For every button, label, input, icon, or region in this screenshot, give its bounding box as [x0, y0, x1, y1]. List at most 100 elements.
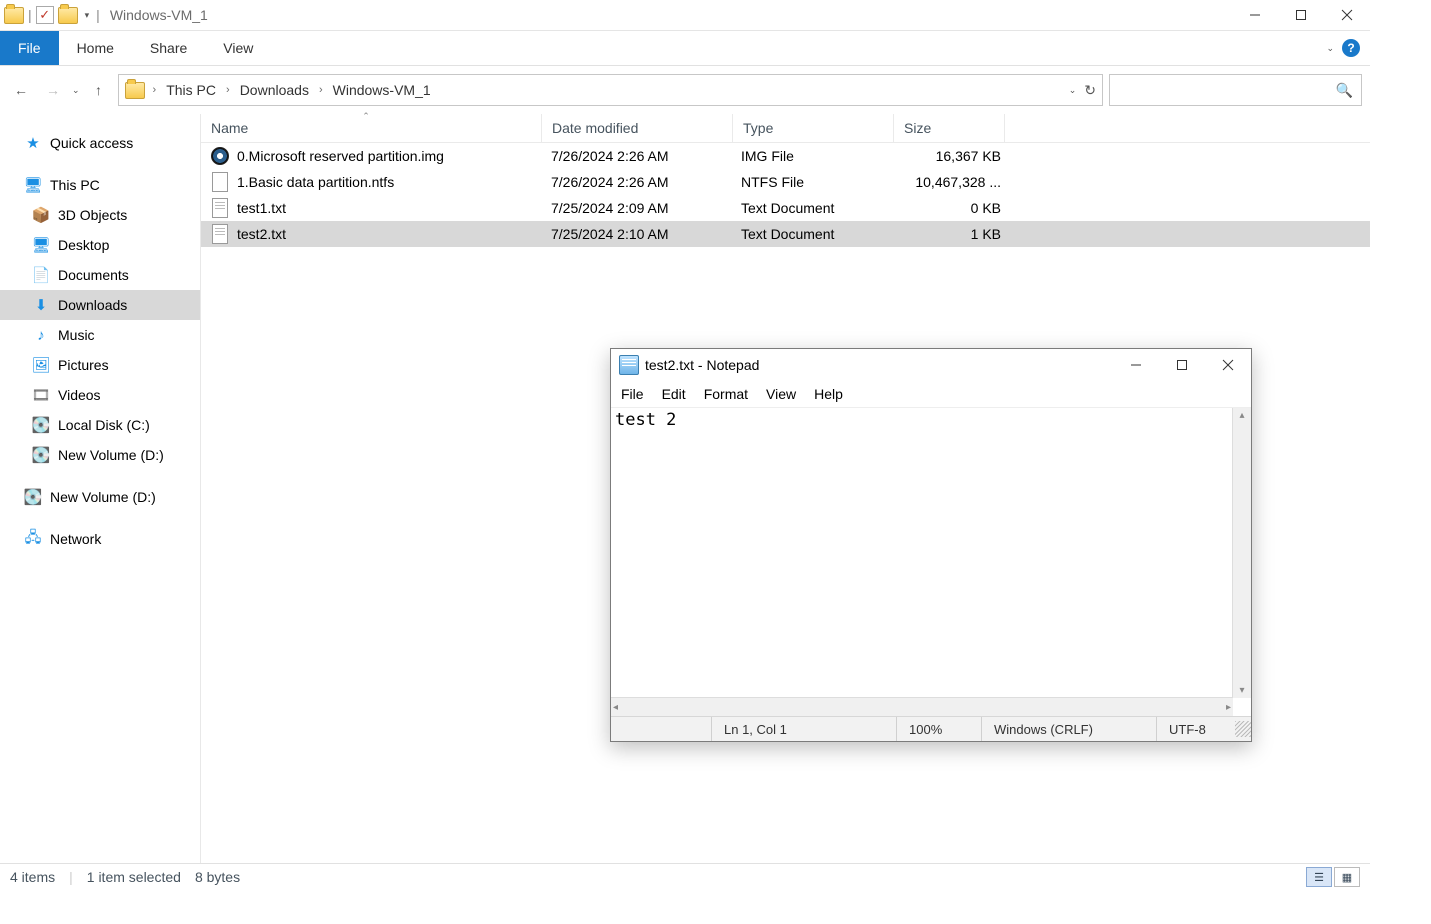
file-type: Text Document: [731, 226, 891, 242]
maximize-button[interactable]: [1159, 350, 1205, 380]
history-dropdown-icon[interactable]: ⌄: [72, 85, 80, 96]
file-row[interactable]: test2.txt7/25/2024 2:10 AMText Document1…: [201, 221, 1370, 247]
nav-videos[interactable]: 🎞Videos: [0, 380, 200, 410]
nav-music[interactable]: ♪Music: [0, 320, 200, 350]
file-date: 7/26/2024 2:26 AM: [541, 148, 731, 164]
nav-new-volume-d-root[interactable]: 💽New Volume (D:): [0, 482, 200, 512]
file-row[interactable]: 1.Basic data partition.ntfs 7/26/2024 2:2…: [201, 169, 1370, 195]
nav-desktop[interactable]: 🖥Desktop: [0, 230, 200, 260]
tab-file[interactable]: File: [0, 31, 59, 65]
network-icon: 🖧: [24, 530, 42, 548]
status-item-count: 4 items: [10, 869, 55, 885]
nav-local-disk-c[interactable]: 💽Local Disk (C:): [0, 410, 200, 440]
nav-documents[interactable]: 📄Documents: [0, 260, 200, 290]
column-type[interactable]: Type: [733, 114, 894, 142]
view-toggle: ☰ ▦: [1306, 867, 1360, 887]
file-type: Text Document: [731, 200, 891, 216]
nav-downloads[interactable]: ⬇ Downloads: [0, 290, 200, 320]
file-name: 0.Microsoft reserved partition.img: [237, 148, 444, 164]
menu-view[interactable]: View: [766, 386, 796, 402]
chevron-right-icon[interactable]: ›: [315, 84, 327, 96]
file-name: test1.txt: [237, 200, 286, 216]
search-input[interactable]: 🔍: [1109, 74, 1362, 106]
file-date: 7/25/2024 2:09 AM: [541, 200, 731, 216]
nav-label: Documents: [58, 267, 129, 283]
qat-dropdown-icon[interactable]: ▾: [82, 10, 93, 21]
chevron-right-icon[interactable]: ›: [222, 84, 234, 96]
scroll-left-icon[interactable]: ◂: [613, 702, 618, 713]
icons-view-button[interactable]: ▦: [1334, 867, 1360, 887]
status-zoom: 100%: [896, 717, 981, 741]
up-button[interactable]: ↑: [86, 77, 112, 103]
status-cursor-pos: Ln 1, Col 1: [711, 717, 896, 741]
text-file-icon: [211, 199, 229, 217]
scroll-down-icon[interactable]: ▾: [1239, 685, 1244, 696]
tab-home[interactable]: Home: [59, 31, 132, 65]
notepad-textarea[interactable]: test 2: [611, 408, 1233, 698]
ribbon-expand-icon[interactable]: ⌄: [1326, 43, 1334, 54]
maximize-button[interactable]: [1278, 0, 1324, 30]
file-type: IMG File: [731, 148, 891, 164]
minimize-button[interactable]: [1113, 350, 1159, 380]
help-icon[interactable]: ?: [1342, 39, 1360, 57]
nav-quick-access[interactable]: ★Quick access: [0, 128, 200, 158]
nav-3d-objects[interactable]: 📦 3D Objects: [0, 200, 200, 230]
tab-view[interactable]: View: [205, 31, 271, 65]
file-name: 1.Basic data partition.ntfs: [237, 174, 394, 190]
nav-label: Downloads: [58, 297, 127, 313]
breadcrumb-segment[interactable]: This PC: [164, 82, 218, 98]
new-folder-icon[interactable]: [58, 7, 78, 24]
file-row[interactable]: test1.txt7/25/2024 2:09 AMText Document0…: [201, 195, 1370, 221]
window-title: Windows-VM_1: [104, 7, 208, 23]
close-button[interactable]: [1205, 350, 1251, 380]
close-button[interactable]: [1324, 0, 1370, 30]
nav-pictures[interactable]: 🖼Pictures: [0, 350, 200, 380]
minimize-button[interactable]: [1232, 0, 1278, 30]
menu-edit[interactable]: Edit: [662, 386, 686, 402]
chevron-right-icon[interactable]: ›: [149, 84, 161, 96]
menu-file[interactable]: File: [621, 386, 644, 402]
cube-icon: 📦: [32, 206, 50, 224]
nav-this-pc[interactable]: 🖥This PC: [0, 170, 200, 200]
file-name: test2.txt: [237, 226, 286, 242]
notepad-statusbar: Ln 1, Col 1 100% Windows (CRLF) UTF-8: [611, 716, 1251, 741]
folder-icon: [4, 7, 24, 24]
resize-grip-icon[interactable]: [1235, 721, 1251, 737]
text-file-icon: [211, 225, 229, 243]
nav-new-volume-d[interactable]: 💽New Volume (D:): [0, 440, 200, 470]
status-line-ending: Windows (CRLF): [981, 717, 1156, 741]
music-icon: ♪: [32, 326, 50, 344]
menu-help[interactable]: Help: [814, 386, 843, 402]
scroll-right-icon[interactable]: ▸: [1226, 702, 1231, 713]
download-icon: ⬇: [32, 296, 50, 314]
file-size: 16,367 KB: [891, 148, 1015, 164]
refresh-icon[interactable]: ↻: [1084, 82, 1096, 99]
notepad-titlebar[interactable]: test2.txt - Notepad: [611, 349, 1251, 381]
breadcrumb-segment[interactable]: Windows-VM_1: [331, 82, 433, 98]
forward-button[interactable]: →: [40, 77, 66, 103]
address-bar[interactable]: › This PC › Downloads › Windows-VM_1 ⌄ ↻: [118, 74, 1103, 106]
menu-format[interactable]: Format: [704, 386, 748, 402]
column-size[interactable]: Size: [894, 114, 1005, 142]
file-type: NTFS File: [731, 174, 891, 190]
search-icon: 🔍: [1336, 82, 1353, 99]
nav-label: 3D Objects: [58, 207, 127, 223]
vertical-scrollbar[interactable]: ▴▾: [1232, 408, 1251, 698]
quick-access-toolbar: | ✓ ▾ |: [0, 6, 104, 24]
properties-icon[interactable]: ✓: [36, 6, 54, 24]
tab-share[interactable]: Share: [132, 31, 205, 65]
nav-label: Pictures: [58, 357, 109, 373]
nav-network[interactable]: 🖧Network: [0, 524, 200, 554]
file-date: 7/26/2024 2:26 AM: [541, 174, 731, 190]
back-button[interactable]: ←: [8, 77, 34, 103]
scroll-up-icon[interactable]: ▴: [1239, 410, 1244, 421]
pc-icon: 🖥: [24, 176, 42, 194]
address-dropdown-icon[interactable]: ⌄: [1069, 85, 1077, 96]
breadcrumb-segment[interactable]: Downloads: [238, 82, 311, 98]
file-row[interactable]: 0.Microsoft reserved partition.img 7/26/2…: [201, 143, 1370, 169]
nav-toolbar: ← → ⌄ ↑ › This PC › Downloads › Windows-…: [0, 66, 1370, 114]
nav-label: Desktop: [58, 237, 109, 253]
details-view-button[interactable]: ☰: [1306, 867, 1332, 887]
horizontal-scrollbar[interactable]: ◂▸: [611, 697, 1233, 716]
column-date[interactable]: Date modified: [542, 114, 733, 142]
